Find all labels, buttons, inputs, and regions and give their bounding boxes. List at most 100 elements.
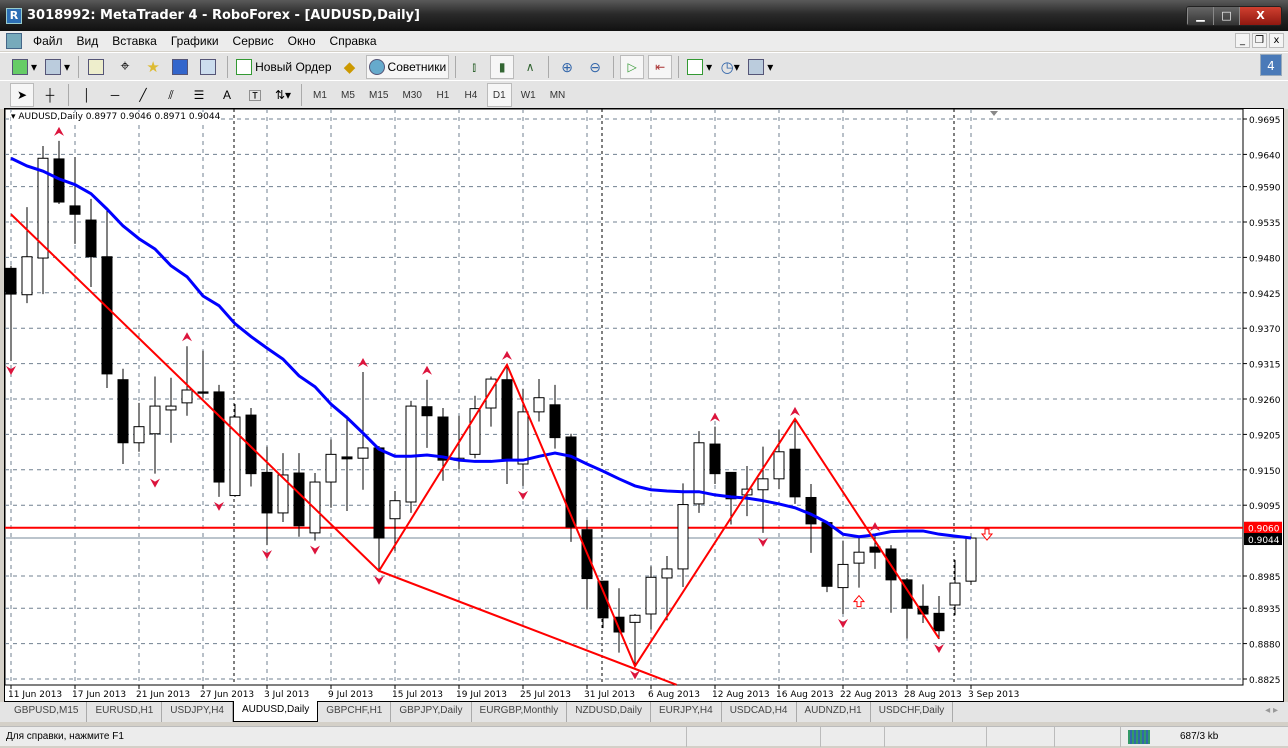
menu-tools[interactable]: Сервис	[226, 34, 281, 48]
close-button[interactable]: X	[1239, 7, 1281, 25]
equidistant-channel-tool[interactable]: ⫽	[159, 83, 183, 107]
new-order-button[interactable]: Новый Ордер	[234, 55, 333, 79]
candle	[293, 453, 305, 537]
candle-body	[805, 496, 817, 525]
mdi-minimize-button[interactable]: _	[1235, 33, 1250, 48]
arrows-tool[interactable]: ⇅▾	[271, 83, 295, 107]
cursor-tool[interactable]: ➤	[10, 83, 34, 107]
timeframe-h4[interactable]: H4	[459, 83, 483, 107]
periods-button[interactable]: ◷ ▾	[718, 55, 742, 79]
x-tick-label: 15 Jul 2013	[392, 690, 443, 700]
zoom-out-icon: ⊖	[589, 58, 602, 75]
candle	[325, 439, 337, 508]
minimize-button[interactable]: ▁	[1187, 7, 1213, 25]
timeframe-m5[interactable]: M5	[336, 83, 360, 107]
autoscroll-icon: ▷	[627, 60, 637, 74]
candle	[85, 198, 97, 287]
timeframe-m30[interactable]: M30	[397, 83, 426, 107]
tab-scroll-arrows[interactable]: ◂ ▸	[1265, 705, 1278, 716]
navigator-button[interactable]: ★	[141, 55, 165, 79]
experts-button[interactable]: Советники	[365, 55, 450, 79]
timeframe-m15[interactable]: M15	[364, 83, 393, 107]
chart-tab[interactable]: USDCAD,H4	[722, 702, 797, 722]
candle	[101, 209, 113, 389]
chart-shift-marker-icon	[990, 111, 998, 116]
trendline-tool[interactable]: ╱	[131, 83, 155, 107]
terminal-button[interactable]	[169, 55, 193, 79]
timeframe-m1[interactable]: M1	[308, 83, 332, 107]
indicators-button[interactable]: ▾	[685, 55, 714, 79]
timeframe-w1[interactable]: W1	[516, 83, 541, 107]
chart-window[interactable]: 0.9695 0.9640 0.9590 0.9535 0.9480 0.9425 0.93…	[4, 108, 1284, 702]
chart-tab[interactable]: USDJPY,H4	[162, 702, 233, 722]
candle-body	[837, 563, 849, 589]
menu-insert[interactable]: Вставка	[105, 34, 164, 48]
new-chart-button[interactable]: ▾	[10, 55, 39, 79]
chart-tab[interactable]: EURGBP,Monthly	[472, 702, 568, 722]
chart-tab[interactable]: EURUSD,H1	[87, 702, 163, 722]
profiles-icon	[45, 59, 62, 75]
chart-tab[interactable]: AUDNZD,H1	[797, 702, 871, 722]
y-tick-label: 0.9205	[1249, 431, 1281, 441]
crosshair-tool[interactable]: ┼	[38, 83, 62, 107]
data-window-button[interactable]: ⌖	[113, 55, 137, 79]
menu-view[interactable]: Вид	[70, 34, 106, 48]
candle	[581, 520, 593, 610]
text-tool[interactable]: A	[215, 83, 239, 107]
fractal-down-arrow-icon	[518, 490, 528, 500]
menu-file[interactable]: Файл	[26, 34, 70, 48]
y-tick-label: 0.8985	[1249, 573, 1281, 583]
candlestick-button[interactable]: ▮	[490, 55, 515, 79]
fractal-down-arrow-icon	[934, 644, 944, 654]
fractal-up-arrow-icon	[502, 350, 512, 360]
zoom-out-button[interactable]: ⊖	[583, 55, 607, 79]
timeframe-mn[interactable]: MN	[545, 83, 571, 107]
templates-icon	[748, 59, 765, 75]
chart-tab[interactable]: USDCHF,Daily	[871, 702, 954, 722]
market-watch-button[interactable]	[85, 55, 109, 79]
menu-window[interactable]: Окно	[281, 34, 323, 48]
vertical-line-tool[interactable]: │	[75, 83, 99, 107]
bar-chart-button[interactable]: ⫾	[462, 55, 486, 79]
chart-shift-button[interactable]: ⇤	[648, 55, 673, 79]
text-label-tool[interactable]: 🅃	[243, 83, 267, 107]
chart-tab[interactable]: EURJPY,H4	[651, 702, 722, 722]
chart-tab[interactable]: AUDUSD,Daily	[233, 701, 319, 722]
maximize-button[interactable]: □	[1213, 7, 1239, 25]
fractal-up-arrow-icon	[358, 357, 368, 367]
tester-button[interactable]	[197, 55, 221, 79]
candle-body	[933, 612, 945, 632]
chart-tab[interactable]: NZDUSD,Daily	[567, 702, 651, 722]
templates-button[interactable]: ▾	[746, 55, 775, 79]
fibonacci-tool[interactable]: ☰	[187, 83, 211, 107]
candle-body	[549, 404, 561, 439]
mdi-close-button[interactable]: x	[1269, 33, 1284, 48]
timeframe-h1[interactable]: H1	[431, 83, 455, 107]
menu-charts[interactable]: Графики	[164, 34, 226, 48]
alert-button[interactable]: ◆	[338, 55, 362, 79]
mdi-restore-button[interactable]: ❐	[1252, 33, 1267, 48]
x-tick-label: 16 Aug 2013	[776, 690, 834, 700]
chart-tab[interactable]: GBPJPY,Daily	[391, 702, 472, 722]
line-chart-button[interactable]: ∧	[518, 55, 542, 79]
zoom-in-icon: ⊕	[561, 58, 574, 75]
zoom-in-button[interactable]: ⊕	[555, 55, 579, 79]
tester-icon	[199, 59, 216, 75]
profiles-button[interactable]: ▾	[43, 55, 72, 79]
chart-tab[interactable]: GBPCHF,H1	[318, 702, 392, 722]
candle	[853, 538, 865, 588]
horizontal-line-tool[interactable]: ─	[103, 83, 127, 107]
candle-body	[197, 391, 209, 394]
candle	[885, 545, 897, 613]
arrows-icon: ⇅▾	[274, 88, 292, 102]
autoscroll-button[interactable]: ▷	[620, 55, 645, 79]
price-chart[interactable]: 0.9695 0.9640 0.9590 0.9535 0.9480 0.9425 0.93…	[5, 109, 1285, 703]
chart-tab[interactable]: GBPUSD,M15	[6, 702, 88, 722]
candle-body	[325, 453, 337, 483]
candle-body	[821, 522, 833, 587]
menu-help[interactable]: Справка	[323, 34, 384, 48]
timeframe-d1[interactable]: D1	[486, 83, 512, 107]
indicators-icon	[687, 59, 704, 75]
notifications-badge[interactable]: 4	[1260, 54, 1282, 76]
candle	[69, 156, 81, 244]
